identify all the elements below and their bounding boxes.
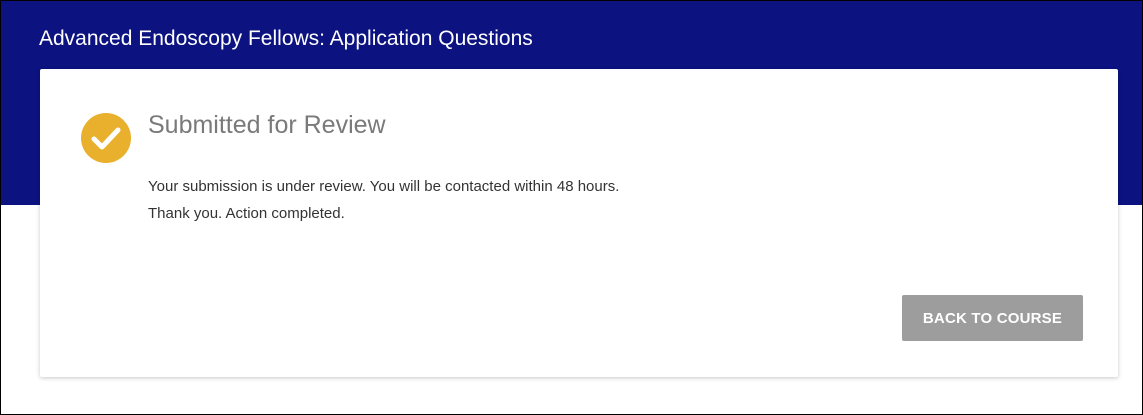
- page-frame: Advanced Endoscopy Fellows: Application …: [0, 0, 1143, 415]
- status-message-line-1: Your submission is under review. You wil…: [148, 178, 620, 195]
- status-message-line-2: Thank you. Action completed.: [148, 205, 345, 222]
- page-title: Advanced Endoscopy Fellows: Application …: [39, 27, 533, 50]
- checkmark-icon: [91, 127, 121, 150]
- submission-status-card: Submitted for Review Your submission is …: [40, 69, 1118, 377]
- status-title: Submitted for Review: [148, 111, 386, 139]
- back-to-course-button[interactable]: BACK TO COURSE: [902, 295, 1083, 341]
- check-circle-icon: [81, 113, 131, 163]
